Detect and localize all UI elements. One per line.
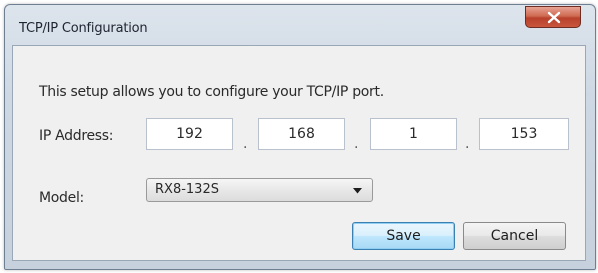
ip-separator: . [354, 136, 359, 152]
ip-separator: . [243, 136, 248, 152]
ip-separator: . [465, 136, 470, 152]
window-title: TCP/IP Configuration [19, 21, 148, 36]
save-button[interactable]: Save [352, 222, 455, 250]
ip-octet-2-input[interactable] [258, 118, 345, 150]
intro-text: This setup allows you to configure your … [39, 84, 384, 100]
tcpip-config-dialog: TCP/IP Configuration This setup allows y… [4, 4, 596, 270]
close-button[interactable] [525, 6, 581, 28]
dialog-body: This setup allows you to configure your … [12, 45, 586, 261]
cancel-button[interactable]: Cancel [463, 222, 566, 250]
ip-address-label: IP Address: [39, 128, 114, 144]
model-label: Model: [39, 190, 84, 206]
ip-octet-3-input[interactable] [370, 118, 457, 150]
model-selected-value: RX8-132S [155, 182, 219, 197]
title-bar[interactable]: TCP/IP Configuration [5, 5, 595, 45]
ip-octet-1-input[interactable] [146, 118, 233, 150]
close-icon [547, 11, 561, 24]
model-select[interactable]: RX8-132S [146, 178, 373, 202]
chevron-down-icon [353, 188, 362, 194]
ip-octet-4-input[interactable] [479, 118, 569, 150]
